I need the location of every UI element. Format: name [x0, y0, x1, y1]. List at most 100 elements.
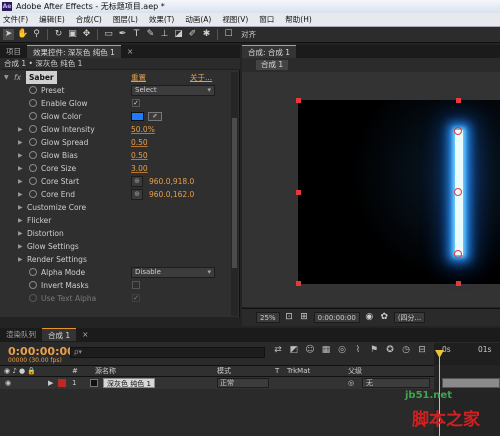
parent-pickwhip-icon[interactable]: ◎	[348, 377, 354, 389]
time-ruler[interactable]: 0s 01s	[434, 343, 500, 365]
text-tool-icon[interactable]: T	[131, 29, 142, 40]
layer-label-color[interactable]	[58, 379, 66, 387]
property-value[interactable]: 50.0%	[131, 123, 155, 136]
property-dropdown[interactable]: Select	[131, 85, 215, 96]
live-update-icon[interactable]: ⚑	[368, 344, 380, 356]
stopwatch-icon[interactable]	[29, 268, 37, 276]
layer-handle[interactable]	[456, 281, 461, 286]
stopwatch-icon[interactable]	[29, 281, 37, 289]
fx-icon[interactable]: fx	[14, 71, 21, 84]
comp-mini-flowchart-icon[interactable]: ⇄	[272, 344, 284, 356]
twirl-closed-icon[interactable]: ▶	[18, 188, 23, 201]
twirl-closed-icon[interactable]: ▶	[18, 175, 23, 188]
zoom-tool-icon[interactable]: ⚲	[31, 29, 42, 40]
tab-effect-controls[interactable]: 效果控件: 深灰色 纯色 1	[27, 45, 121, 58]
glow-color-swatch[interactable]	[131, 112, 144, 121]
property-checkbox[interactable]: ✓	[132, 99, 140, 107]
menu-help[interactable]: 帮助(H)	[285, 13, 312, 26]
eraser-tool-icon[interactable]: ◪	[173, 29, 184, 40]
selection-tool-icon[interactable]: ➤	[3, 29, 14, 40]
zoom-dropdown[interactable]: 25%	[256, 312, 280, 323]
twirl-closed-icon[interactable]: ▶	[48, 377, 53, 389]
rectangle-tool-icon[interactable]: ▭	[103, 29, 114, 40]
align-checkbox-icon[interactable]: ☐	[223, 29, 234, 40]
twirl-closed-icon[interactable]: ▶	[18, 201, 23, 214]
twirl-closed-icon[interactable]: ▶	[18, 162, 23, 175]
stopwatch-icon[interactable]	[29, 138, 37, 146]
puppet-tool-icon[interactable]: ✱	[201, 29, 212, 40]
menu-effect[interactable]: 效果(T)	[149, 13, 174, 26]
twirl-closed-icon[interactable]: ▶	[18, 123, 23, 136]
composition-canvas[interactable]	[298, 100, 500, 284]
snapshot-camera-icon[interactable]: ◉	[364, 312, 375, 323]
brainstorm-icon[interactable]: ✪	[384, 344, 396, 356]
stopwatch-icon[interactable]	[29, 294, 37, 302]
property-value[interactable]: 0.50	[131, 149, 148, 162]
subtab-comp1[interactable]: 合成 1	[256, 60, 289, 70]
menu-composition[interactable]: 合成(C)	[76, 13, 102, 26]
pan-behind-tool-icon[interactable]: ✥	[81, 29, 92, 40]
property-value[interactable]: 0.50	[131, 136, 148, 149]
menu-animation[interactable]: 动画(A)	[185, 13, 211, 26]
twirl-open-icon[interactable]: ▼	[4, 71, 9, 84]
property-point-value[interactable]: 960.0,162.0	[149, 188, 194, 201]
layer-search-input[interactable]: ρ▾	[70, 347, 265, 358]
effect-name[interactable]: Saber	[26, 71, 57, 84]
crosshair-icon[interactable]: ⊕	[131, 176, 143, 187]
roto-brush-tool-icon[interactable]: ✐	[187, 29, 198, 40]
visibility-eye-icon[interactable]: ◉	[5, 377, 11, 389]
stopwatch-icon[interactable]	[29, 125, 37, 133]
tab-comp1-timeline[interactable]: 合成 1	[42, 328, 77, 341]
clone-stamp-tool-icon[interactable]: ⊥	[159, 29, 170, 40]
property-checkbox[interactable]	[132, 281, 140, 289]
property-point-value[interactable]: 960.0,918.0	[149, 175, 194, 188]
twirl-closed-icon[interactable]: ▶	[18, 149, 23, 162]
close-icon[interactable]: ×	[121, 45, 139, 58]
layer-duration-bar[interactable]	[442, 378, 500, 388]
blend-mode-dropdown[interactable]: 正常	[217, 378, 269, 388]
stopwatch-icon[interactable]	[29, 112, 37, 120]
core-end-handle[interactable]	[454, 127, 462, 135]
reset-link[interactable]: 重置	[131, 71, 146, 84]
graph-editor-icon[interactable]: ⌇	[352, 344, 364, 356]
core-start-handle[interactable]	[454, 250, 462, 258]
current-time-display[interactable]: 0:00:00:00	[313, 312, 360, 323]
eyedropper-icon[interactable]: ✐	[148, 112, 162, 121]
camera-tool-icon[interactable]: ▣	[67, 29, 78, 40]
menu-window[interactable]: 窗口	[259, 13, 274, 26]
property-value[interactable]: 3.00	[131, 162, 148, 175]
pen-tool-icon[interactable]: ✒	[117, 29, 128, 40]
brush-tool-icon[interactable]: ✎	[145, 29, 156, 40]
layer-name[interactable]: 深灰色 纯色 1	[103, 378, 155, 388]
close-icon[interactable]: ×	[76, 328, 94, 341]
tab-render-queue[interactable]: 渲染队列	[0, 328, 42, 341]
shy-icon[interactable]: ☺	[304, 344, 316, 356]
tab-project[interactable]: 项目	[0, 45, 27, 58]
hand-tool-icon[interactable]: ✋	[17, 29, 28, 40]
property-dropdown[interactable]: Disable	[131, 267, 215, 278]
layer-handle[interactable]	[296, 98, 301, 103]
menu-file[interactable]: 文件(F)	[3, 13, 28, 26]
stopwatch-icon[interactable]	[29, 164, 37, 172]
motion-blur-icon[interactable]: ◎	[336, 344, 348, 356]
anchor-point-handle[interactable]	[454, 188, 462, 196]
stopwatch-icon[interactable]	[29, 190, 37, 198]
property-checkbox[interactable]: ✓	[132, 294, 140, 302]
frame-blending-icon[interactable]: ▦	[320, 344, 332, 356]
twirl-closed-icon[interactable]: ▶	[18, 227, 23, 240]
crosshair-icon[interactable]: ⊕	[131, 189, 143, 200]
layer-handle[interactable]	[296, 190, 301, 195]
twirl-closed-icon[interactable]: ▶	[18, 136, 23, 149]
stopwatch-icon[interactable]	[29, 99, 37, 107]
color-channel-icon[interactable]: ✿	[379, 312, 390, 323]
grid-icon[interactable]: ⊞	[299, 312, 310, 323]
layer-handle[interactable]	[456, 98, 461, 103]
stopwatch-icon[interactable]	[29, 86, 37, 94]
twirl-closed-icon[interactable]: ▶	[18, 253, 23, 266]
layer-handle[interactable]	[296, 281, 301, 286]
scrollbar-thumb[interactable]	[232, 118, 237, 268]
parent-dropdown[interactable]: 无	[362, 378, 430, 388]
menu-edit[interactable]: 编辑(E)	[39, 13, 65, 26]
auto-keyframe-icon[interactable]: ◷	[400, 344, 412, 356]
fit-icon[interactable]: ⊡	[284, 312, 295, 323]
